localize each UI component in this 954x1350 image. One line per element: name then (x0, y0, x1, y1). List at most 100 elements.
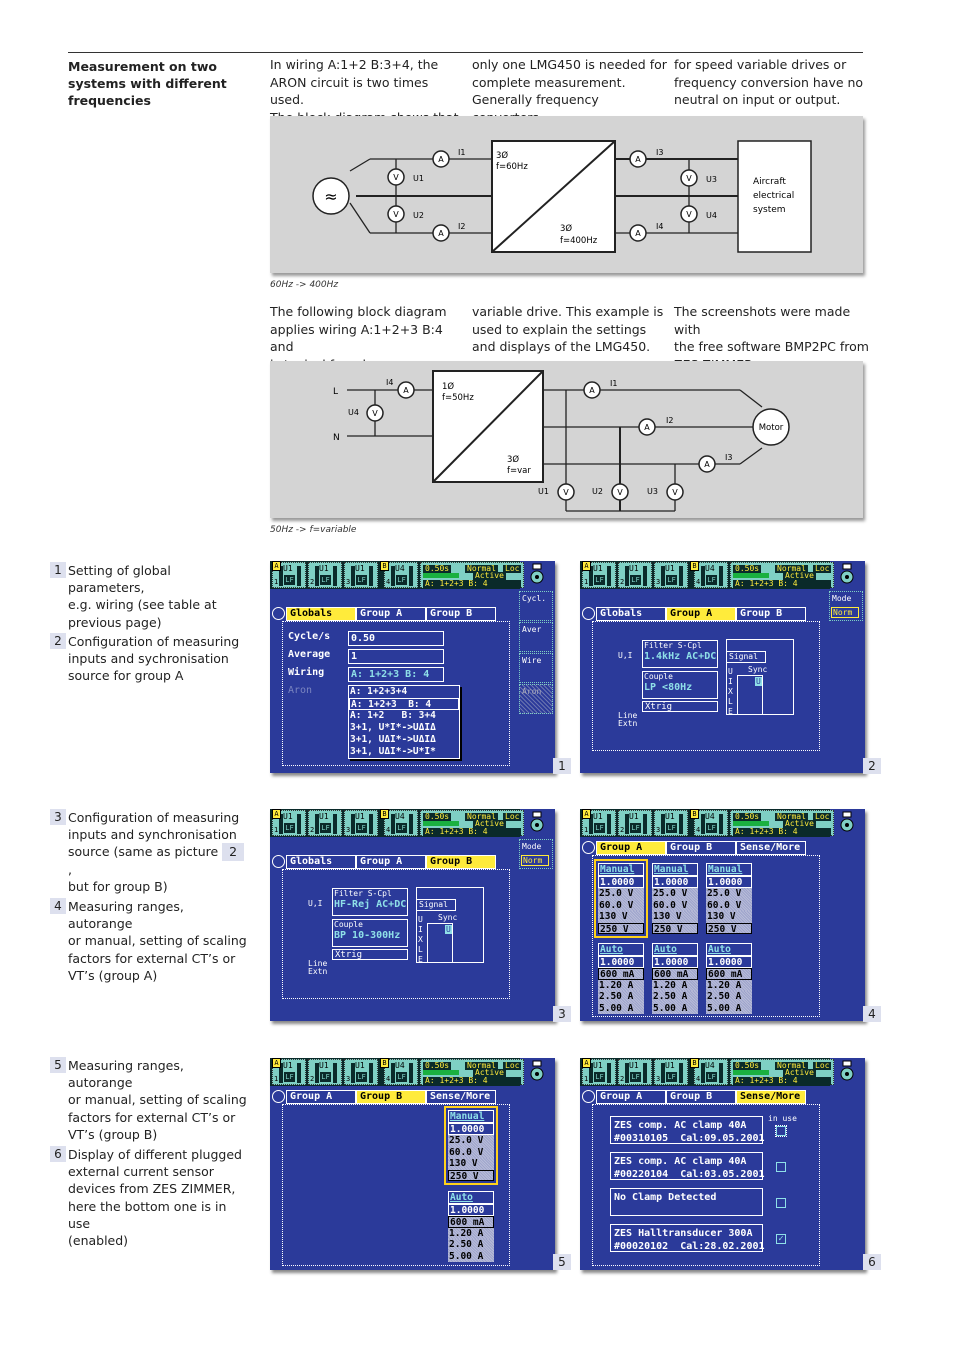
in-use-checkbox[interactable] (775, 1125, 787, 1137)
channel-4[interactable]: U4 LF 4 (384, 1059, 418, 1085)
channel-2[interactable]: U1 LF 2 (308, 562, 342, 588)
rotary-knob-icon[interactable] (527, 563, 547, 585)
range-option[interactable]: 5.00 A (448, 1250, 494, 1262)
tab-group-a[interactable]: Group A (666, 607, 736, 621)
sync-selected[interactable]: U (445, 925, 452, 934)
channel-2[interactable]: U1 LF 2 (618, 562, 652, 588)
range-scale[interactable]: 1.0000 (652, 876, 698, 888)
range-mode[interactable]: Auto (652, 943, 698, 956)
channel-4[interactable]: U4 LF 4 (384, 810, 418, 836)
range-scale[interactable]: 1.0000 (448, 1204, 494, 1216)
range-option[interactable]: 250 V (652, 922, 698, 934)
range-mode[interactable]: Auto (448, 1191, 494, 1204)
softkey-cycl[interactable]: Cycl. (519, 591, 553, 621)
range-mode[interactable]: Auto (598, 943, 644, 956)
in-use-checkbox[interactable] (776, 1198, 786, 1208)
filter-value[interactable]: HF-Rej AC+DC (334, 899, 406, 910)
range-option[interactable]: 250 V (598, 922, 644, 934)
sensor-entry[interactable]: ZES Halltransducer 300A #00020102 Cal:28.… (610, 1224, 765, 1252)
range-option[interactable]: 25.0 V (652, 888, 698, 900)
range-option[interactable]: 25.0 V (448, 1135, 494, 1147)
rotary-knob-icon[interactable] (527, 811, 547, 833)
tab-globals[interactable]: Globals (596, 607, 666, 621)
sensor-entry[interactable]: ZES comp. AC clamp 40A #00310105 Cal:09.0… (610, 1116, 765, 1144)
field-average[interactable]: 1 (348, 649, 444, 664)
mode-norm[interactable]: Norm (521, 855, 549, 866)
range-option[interactable]: 5.00 A (598, 1002, 644, 1014)
range-block[interactable]: Manual 1.0000 25.0 V 60.0 V 130 V 250 V (652, 863, 698, 934)
range-mode[interactable]: Manual (448, 1110, 494, 1123)
range-block[interactable]: Auto 1.0000 600 mA 1.20 A 2.50 A 5.00 A (448, 1191, 494, 1262)
sync-selected[interactable]: U (755, 677, 762, 686)
range-option[interactable]: 130 V (598, 911, 644, 923)
sync-letter-x[interactable]: X (418, 935, 423, 944)
field-wiring[interactable]: A: 1+2+3 B: 4 (348, 667, 444, 682)
range-mode[interactable]: Manual (706, 863, 752, 876)
range-option[interactable]: 60.0 V (706, 899, 752, 911)
tab-group-a[interactable]: Group A (596, 1090, 666, 1104)
tab-group-b[interactable]: Group B (666, 841, 736, 855)
range-scale[interactable]: 1.0000 (706, 956, 752, 968)
tab-globals[interactable]: Globals (286, 855, 356, 869)
filter-value[interactable]: 1.4kHz AC+DC (644, 651, 716, 662)
range-block[interactable]: Auto 1.0000 600 mA 1.20 A 2.50 A 5.00 A (706, 943, 752, 1014)
sync-letter-l[interactable]: L (728, 697, 733, 706)
range-option[interactable]: 130 V (706, 911, 752, 923)
wiring-dropdown[interactable]: A: 1+2+3+4 A: 1+2+3 B: 4 A: 1+2 B: 3+4 3+1,… (348, 685, 460, 759)
mode-norm[interactable]: Norm (831, 607, 859, 618)
range-option[interactable]: 130 V (652, 911, 698, 923)
range-block[interactable]: Manual 1.0000 25.0 V 60.0 V 130 V 250 V (706, 863, 752, 934)
softkey-aron[interactable]: Aron (519, 684, 553, 714)
tab-group-b[interactable]: Group B (736, 607, 806, 621)
dropdown-option[interactable]: 3+1, UΔI*->U*I* (349, 746, 459, 758)
channel-2[interactable]: U1 LF 2 (308, 1059, 342, 1085)
softkey-wire[interactable]: Wire (519, 653, 553, 683)
rotary-knob-icon[interactable] (837, 563, 857, 585)
sync-letter-e[interactable]: E (728, 707, 733, 716)
sync-letter-i[interactable]: I (728, 677, 733, 686)
range-option[interactable]: 600 mA (706, 968, 752, 980)
range-scale[interactable]: 1.0000 (652, 956, 698, 968)
range-mode[interactable]: Manual (652, 863, 698, 876)
range-option[interactable]: 1.20 A (652, 979, 698, 991)
channel-3[interactable]: U1 LF 3 (344, 1059, 378, 1085)
couple-value[interactable]: BP 10-300Hz (334, 930, 400, 941)
channel-3[interactable]: U1 LF 3 (344, 810, 378, 836)
range-option[interactable]: 600 mA (652, 968, 698, 980)
range-block[interactable]: Auto 1.0000 600 mA 1.20 A 2.50 A 5.00 A (652, 943, 698, 1014)
range-block[interactable]: Manual 1.0000 25.0 V 60.0 V 130 V 250 V (444, 1106, 498, 1185)
range-option[interactable]: 2.50 A (706, 991, 752, 1003)
range-option[interactable]: 130 V (448, 1158, 494, 1170)
range-option[interactable]: 25.0 V (706, 888, 752, 900)
range-option[interactable]: 1.20 A (448, 1227, 494, 1239)
dropdown-option[interactable]: A: 1+2 B: 3+4 (349, 710, 459, 722)
range-block[interactable]: Auto 1.0000 600 mA 1.20 A 2.50 A 5.00 A (598, 943, 644, 1014)
range-scale[interactable]: 1.0000 (598, 876, 644, 888)
dropdown-option[interactable]: A: 1+2+3 B: 4 (349, 698, 459, 710)
in-use-checkbox[interactable] (776, 1162, 786, 1172)
range-scale[interactable]: 1.0000 (448, 1123, 494, 1135)
range-option[interactable]: 2.50 A (448, 1239, 494, 1251)
range-option[interactable]: 250 V (706, 922, 752, 934)
tab-group-b[interactable]: Group B (426, 855, 496, 869)
channel-2[interactable]: U1 LF 2 (618, 1059, 652, 1085)
rotary-knob-icon[interactable] (837, 1060, 857, 1082)
sensor-entry[interactable]: No Clamp Detected (610, 1188, 763, 1216)
channel-2[interactable]: U1 LF 2 (308, 810, 342, 836)
range-scale[interactable]: 1.0000 (706, 876, 752, 888)
channel-4[interactable]: U4 LF 4 (384, 562, 418, 588)
range-mode[interactable]: Manual (598, 863, 644, 876)
xtrig-block[interactable]: Xtrig (332, 949, 408, 960)
sync-letter-u[interactable]: U (418, 915, 423, 924)
channel-2[interactable]: U1 LF 2 (618, 810, 652, 836)
range-option[interactable]: 60.0 V (652, 899, 698, 911)
range-option[interactable]: 2.50 A (652, 991, 698, 1003)
tab-globals[interactable]: Globals (286, 607, 356, 621)
dropdown-option[interactable]: 3+1, U*I*->UΔIΔ (349, 722, 459, 734)
sync-letter-x[interactable]: X (728, 687, 733, 696)
rotary-knob-icon[interactable] (527, 1060, 547, 1082)
sync-letter-u[interactable]: U (728, 667, 733, 676)
in-use-checkbox[interactable]: ✓ (776, 1234, 786, 1244)
tab-group-b[interactable]: Group B (356, 1090, 426, 1104)
range-option[interactable]: 60.0 V (448, 1146, 494, 1158)
